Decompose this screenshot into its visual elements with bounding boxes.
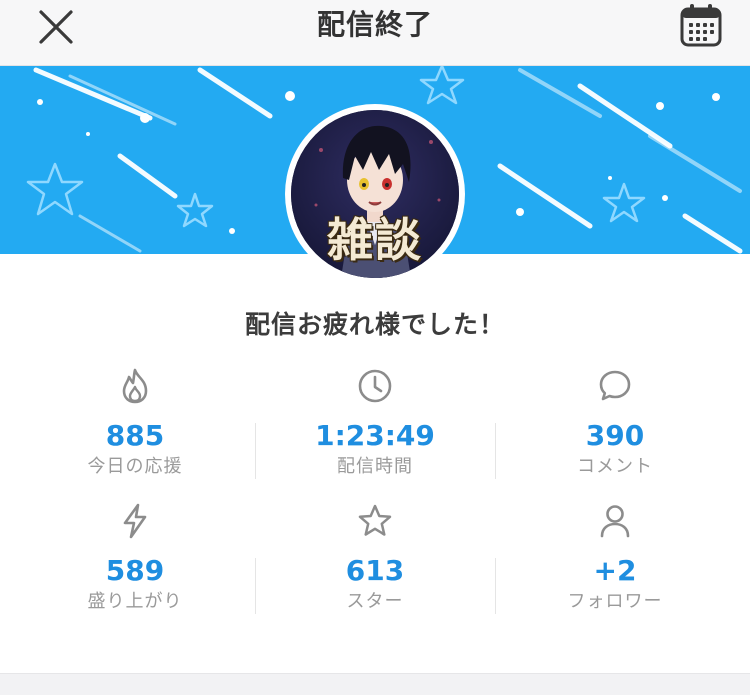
flame-icon (122, 368, 148, 404)
header-bar: 配信終了 (0, 0, 750, 66)
stat-label: 盛り上がり (87, 591, 183, 612)
stat-excitement: 589 盛り上がり (15, 500, 255, 635)
stat-value: 1:23:49 (315, 419, 435, 452)
stat-stream-time: 1:23:49 配信時間 (255, 365, 495, 500)
stat-stars: 613 スター (255, 500, 495, 635)
stats-row: 885 今日の応援 1:23:49 配信時間 390 コメント (15, 365, 735, 500)
stats-grid: 885 今日の応援 1:23:49 配信時間 390 コメント 589 盛り上が… (15, 365, 735, 635)
comment-icon (599, 370, 631, 401)
stat-value: 589 (105, 554, 165, 587)
stat-comments: 390 コメント (495, 365, 735, 500)
completion-message: 配信お疲れ様でした！ (244, 310, 505, 339)
stat-today-support: 885 今日の応援 (15, 365, 255, 500)
stat-label: 今日の応援 (87, 456, 183, 477)
stats-row: 589 盛り上がり 613 スター +2 フォロワー (15, 500, 735, 635)
stream-end-screen: 配信終了 雑談 配信お疲れ様でした！ 885 今日の応援 1:23:49 配信時… (0, 0, 750, 695)
page-title: 配信終了 (316, 8, 433, 41)
stat-value: 613 (345, 554, 405, 587)
calendar-button[interactable] (672, 0, 730, 50)
clock-icon (358, 369, 392, 403)
bottom-area (0, 673, 750, 695)
avatar-caption: 雑談 (327, 213, 423, 267)
avatar: 雑談 (285, 104, 465, 284)
stat-label: フォロワー (567, 591, 663, 612)
avatar-image: 雑談 (291, 110, 459, 278)
stat-label: 配信時間 (337, 456, 413, 477)
stat-label: スター (346, 591, 404, 612)
stat-value: 885 (105, 419, 165, 452)
star-icon (358, 504, 392, 536)
stat-label: コメント (577, 456, 653, 477)
lightning-icon (123, 503, 147, 539)
stat-value: +2 (593, 554, 637, 587)
calendar-icon (680, 4, 722, 47)
user-icon (600, 505, 630, 538)
stat-followers: +2 フォロワー (495, 500, 735, 635)
stat-value: 390 (585, 419, 645, 452)
